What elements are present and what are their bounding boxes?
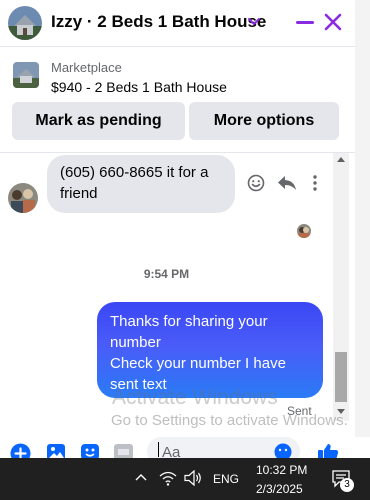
listing-price-title[interactable]: $940 - 2 Beds 1 Bath House bbox=[51, 79, 227, 95]
chevron-down-icon[interactable] bbox=[246, 14, 262, 30]
volume-icon[interactable] bbox=[184, 470, 202, 486]
read-receipt-avatar bbox=[297, 224, 311, 238]
notification-count-badge: 3 bbox=[340, 478, 354, 492]
windows-taskbar: ENG 10:32 PM 2/3/2025 3 bbox=[0, 458, 370, 500]
marketplace-label: Marketplace bbox=[51, 60, 122, 75]
activate-windows-title: Activate Windows bbox=[112, 386, 278, 409]
text-cursor bbox=[158, 442, 159, 457]
scrollbar-thumb[interactable] bbox=[335, 352, 347, 402]
page-background bbox=[355, 0, 370, 458]
contact-avatar[interactable] bbox=[8, 6, 42, 40]
scroll-up-arrow[interactable] bbox=[337, 157, 345, 162]
message-timestamp: 9:54 PM bbox=[143, 267, 190, 281]
sender-avatar[interactable] bbox=[8, 183, 38, 213]
clock-date[interactable]: 2/3/2025 bbox=[256, 482, 303, 496]
chat-header: Izzy · 2 Beds 1 Bath House bbox=[0, 0, 355, 47]
more-icon[interactable] bbox=[312, 174, 318, 192]
chat-title[interactable]: Izzy · 2 Beds 1 Bath House bbox=[51, 12, 266, 32]
activate-windows-subtitle: Go to Settings to activate Windows. bbox=[111, 412, 348, 429]
emoji-icon[interactable] bbox=[247, 174, 265, 192]
close-icon[interactable] bbox=[321, 10, 345, 34]
mark-as-pending-button[interactable]: Mark as pending bbox=[12, 102, 185, 140]
minimize-icon[interactable] bbox=[294, 11, 316, 33]
more-options-button[interactable]: More options bbox=[189, 102, 339, 140]
reply-icon[interactable] bbox=[277, 174, 297, 192]
listing-thumbnail[interactable] bbox=[13, 62, 39, 88]
chevron-up-icon[interactable] bbox=[135, 473, 147, 481]
language-indicator[interactable]: ENG bbox=[213, 472, 239, 486]
outgoing-message-line: Thanks for sharing your number bbox=[110, 313, 268, 351]
outgoing-message-bubble[interactable]: Thanks for sharing your number Check you… bbox=[97, 302, 323, 398]
marketplace-listing: Marketplace $940 - 2 Beds 1 Bath House M… bbox=[0, 47, 355, 153]
incoming-message-bubble[interactable]: (605) 660-8665 it for a friend bbox=[47, 155, 235, 213]
clock-time[interactable]: 10:32 PM bbox=[256, 463, 307, 477]
wifi-icon[interactable] bbox=[159, 470, 177, 486]
